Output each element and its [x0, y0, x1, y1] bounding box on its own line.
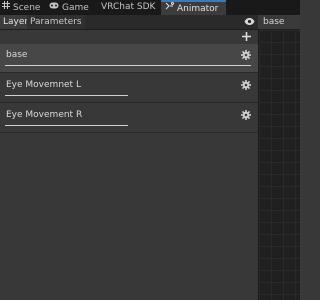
- animator-toolbar: Layers Parameters: [0, 15, 300, 30]
- state-machine-graph[interactable]: [258, 30, 300, 300]
- gear-icon[interactable]: [241, 80, 251, 93]
- gamepad-icon: [49, 0, 59, 15]
- tab-game[interactable]: Game: [47, 0, 91, 15]
- eye-icon[interactable]: [244, 17, 255, 29]
- layer-item-eye-movement-l[interactable]: Eye Movemnet L: [0, 74, 258, 103]
- gear-icon[interactable]: [241, 50, 251, 63]
- tab-layers[interactable]: Layers: [0, 15, 33, 29]
- tab-parameters-label: Parameters: [30, 17, 82, 27]
- grid-icon: [2, 0, 10, 15]
- layer-name: Eye Movemnet L: [6, 80, 81, 90]
- tab-animator-label: Animator: [177, 4, 219, 14]
- layer-weight-bar[interactable]: [5, 95, 128, 96]
- animator-window: Scene Game VRChat SDK Animator Layers Pa…: [0, 0, 300, 300]
- gear-icon[interactable]: [241, 110, 251, 123]
- add-layer-button[interactable]: [240, 31, 252, 43]
- tab-game-label: Game: [62, 3, 89, 13]
- breadcrumb-base: base: [263, 17, 285, 27]
- tab-vrchat-sdk[interactable]: VRChat SDK: [99, 0, 157, 15]
- layer-item-eye-movement-r[interactable]: Eye Movement R: [0, 104, 258, 133]
- layer-weight-bar[interactable]: [5, 65, 251, 66]
- tab-scene-label: Scene: [13, 3, 41, 13]
- layer-item-base[interactable]: base: [0, 44, 258, 73]
- editor-tab-bar: Scene Game VRChat SDK Animator: [0, 0, 300, 16]
- tab-vrchat-sdk-label: VRChat SDK: [101, 2, 156, 12]
- animator-icon: [165, 2, 174, 15]
- tab-parameters[interactable]: Parameters: [27, 15, 85, 29]
- layer-name: Eye Movement R: [6, 110, 83, 120]
- breadcrumb[interactable]: base: [258, 15, 300, 29]
- tab-scene[interactable]: Scene: [0, 0, 42, 15]
- layer-weight-bar[interactable]: [5, 125, 128, 126]
- tab-animator[interactable]: Animator: [161, 0, 227, 15]
- layer-name: base: [6, 50, 28, 60]
